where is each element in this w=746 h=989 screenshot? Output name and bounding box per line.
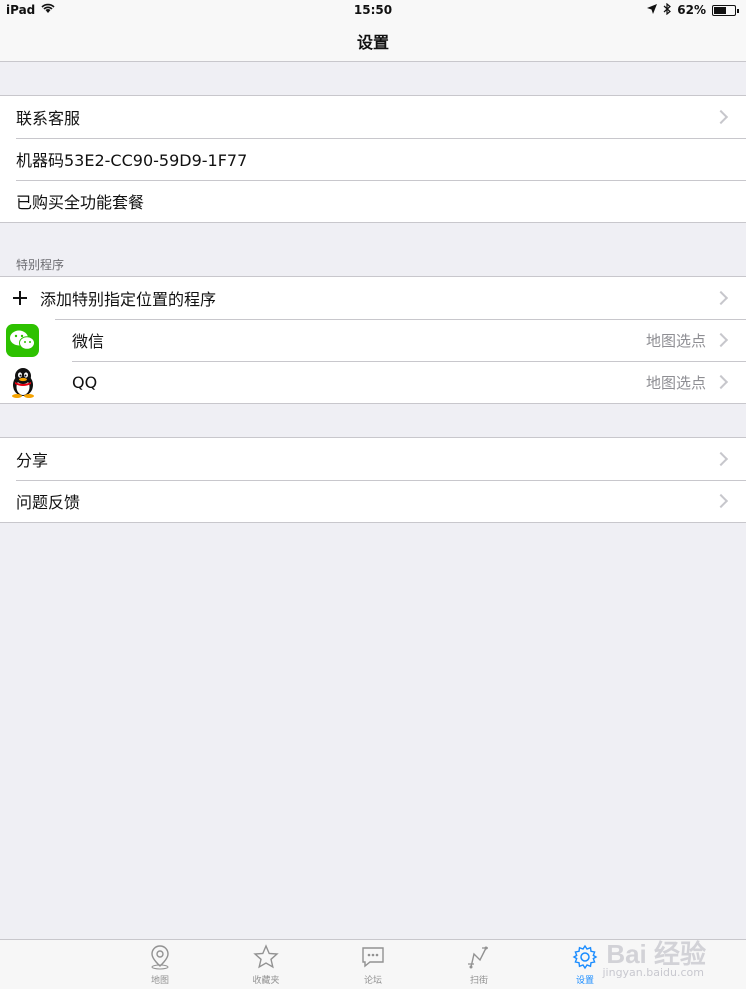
account-group: 联系客服 机器码53E2-CC90-59D9-1F77 已购买全功能套餐 <box>0 95 746 223</box>
contact-support-label: 联系客服 <box>16 109 81 128</box>
machine-code-label: 机器码53E2-CC90-59D9-1F77 <box>16 151 248 170</box>
machine-code-row: 机器码53E2-CC90-59D9-1F77 <box>0 138 746 180</box>
chevron-right-icon <box>713 374 729 390</box>
add-app-row[interactable]: 添加特别指定位置的程序 <box>0 277 746 319</box>
misc-group: 分享 问题反馈 <box>0 437 746 523</box>
app-detail-qq: 地图选点 <box>645 373 706 392</box>
location-arrow-icon <box>647 3 658 17</box>
app-name-qq: QQ <box>72 372 98 392</box>
chevron-right-icon <box>713 493 729 509</box>
app-row-qq[interactable]: QQ 地图选点 <box>0 361 746 403</box>
feedback-label: 问题反馈 <box>16 493 81 512</box>
contact-support-row[interactable]: 联系客服 <box>0 96 746 138</box>
plus-icon <box>0 290 40 306</box>
route-icon <box>468 946 488 969</box>
map-pin-icon <box>151 945 169 970</box>
app-row-wechat[interactable]: 微信 地图选点 <box>0 319 746 361</box>
gear-icon <box>572 944 598 970</box>
status-bar: iPad 15:50 62% <box>0 0 746 20</box>
tab-label-map: 地图 <box>150 976 169 986</box>
tab-favorites[interactable]: 收藏夹 <box>236 944 296 986</box>
add-app-label: 添加特别指定位置的程序 <box>40 290 217 309</box>
tab-label-favorites: 收藏夹 <box>252 976 280 986</box>
wifi-icon <box>41 3 55 17</box>
tab-label-settings: 设置 <box>575 976 594 986</box>
special-apps-group: 添加特别指定位置的程序 微信 地图选点 QQ 地图选点 <box>0 276 746 404</box>
status-time: 15:50 <box>353 3 393 17</box>
chevron-right-icon <box>713 451 729 467</box>
battery-percent: 62% <box>677 3 706 17</box>
share-label: 分享 <box>16 451 49 470</box>
chevron-right-icon <box>713 109 729 125</box>
bluetooth-icon <box>663 2 672 18</box>
chevron-right-icon <box>713 332 729 348</box>
baidu-watermark-url: jingyan.baidu.com <box>602 966 704 979</box>
tab-forum[interactable]: 论坛 <box>343 944 403 986</box>
chat-icon <box>362 947 384 968</box>
purchase-status-row: 已购买全功能套餐 <box>0 180 746 222</box>
tab-street[interactable]: 扫街 <box>449 944 509 986</box>
wechat-icon <box>6 323 39 357</box>
qq-icon <box>6 366 39 399</box>
app-detail-wechat: 地图选点 <box>645 331 706 350</box>
device-name: iPad <box>6 3 36 17</box>
battery-icon <box>712 4 739 16</box>
purchase-status-label: 已购买全功能套餐 <box>16 193 145 212</box>
chevron-right-icon <box>713 290 729 306</box>
section-header-special-apps: 特别程序 <box>16 258 65 272</box>
tab-map[interactable]: 地图 <box>130 944 190 986</box>
page-title: 设置 <box>356 32 389 52</box>
tab-label-forum: 论坛 <box>363 976 382 986</box>
share-row[interactable]: 分享 <box>0 438 746 480</box>
feedback-row[interactable]: 问题反馈 <box>0 480 746 522</box>
star-icon <box>253 944 279 969</box>
nav-bar: 设置 <box>0 20 746 62</box>
app-name-wechat: 微信 <box>72 332 105 351</box>
tab-label-street: 扫街 <box>469 976 488 986</box>
